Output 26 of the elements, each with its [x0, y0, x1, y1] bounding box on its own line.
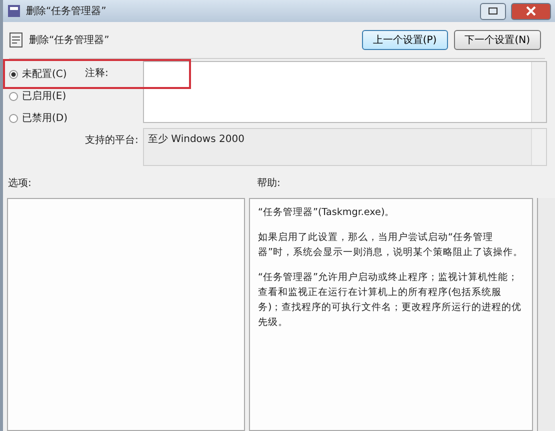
close-icon	[526, 6, 536, 16]
options-label: 选项:	[8, 176, 32, 190]
help-label: 帮助:	[257, 176, 280, 190]
policy-icon	[7, 4, 21, 18]
radio-option[interactable]: 未配置(C)	[9, 67, 85, 81]
maximize-button[interactable]	[480, 2, 506, 20]
comment-field[interactable]	[143, 61, 547, 123]
radio-button[interactable]	[9, 92, 18, 100]
radio-option[interactable]: 已禁用(D)	[9, 111, 85, 125]
help-text: “任务管理器”允许用户启动或终止程序；监视计算机性能；查看和监视正在运行在计算机上的所有程序(包括系统服务)；查找程序的可执行文件名；更改程序所运行的进程的优先级。	[258, 271, 523, 330]
policy-icon	[9, 32, 23, 48]
scrollbar[interactable]	[537, 198, 555, 431]
close-button[interactable]	[511, 2, 551, 20]
help-text: 如果启用了此设置，那么，当用户尝试启动“任务管理器”时，系统会显示一则消息，说明某个策略阻止了该操作。	[258, 231, 524, 260]
maximize-icon	[488, 7, 498, 15]
radio-button[interactable]	[9, 70, 18, 78]
nav-button[interactable]: 下一个设置(N)	[454, 30, 541, 50]
radio-button[interactable]	[9, 114, 18, 122]
setting-title: 删除“任务管理器”	[29, 34, 110, 47]
platform-label: 支持的平台:	[85, 134, 140, 148]
help-text: “任务管理器”(Taskmgr.exe)。	[258, 206, 396, 220]
comment-label: 注释:	[85, 66, 110, 81]
radio-option[interactable]: 已启用(E)	[9, 89, 85, 103]
platform-value: 至少 Windows 2000	[148, 134, 244, 145]
nav-button[interactable]: 上一个设置(P)	[362, 30, 448, 50]
window-title: 删除“任务管理器”	[26, 5, 106, 18]
